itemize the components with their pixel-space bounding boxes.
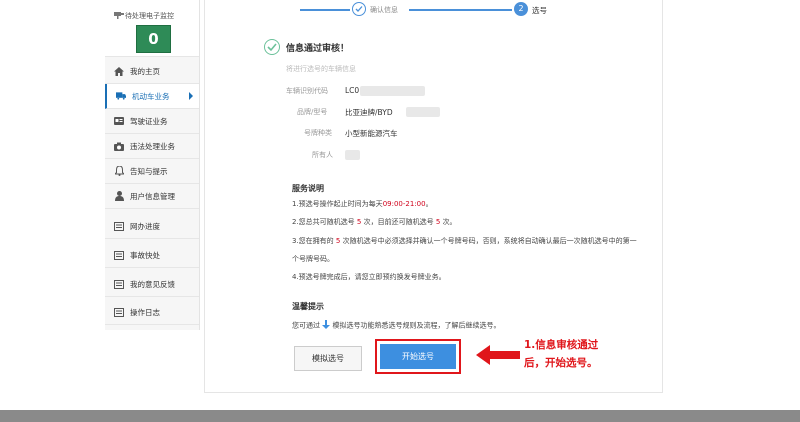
field-value-plate-type: 小型新能源汽车 [345,129,398,138]
field-label-plate-type: 号牌种类 [304,129,332,137]
service-count: 5 [335,237,341,245]
tips-text-post: 模拟选号功能熟悉选号规则及流程，了解后继续选号。 [332,321,501,330]
field-value-brand: 比亚迪牌/BYD [345,108,393,117]
redacted-vin [360,86,425,96]
sidebar: 待处理电子监控 0 我的主页 机动车业务 驾驶证业务 违法处理业务 告知与提示 [105,0,200,330]
monitor-panel: 待处理电子监控 0 [105,0,199,57]
arrow-left-icon [476,344,520,368]
step-line-middle [409,9,512,11]
camera-icon [114,10,124,21]
field-value-vin: LC0 [345,86,360,95]
service-line-2-b: 次，目前还可随机选号 [363,218,434,226]
sidebar-item-progress[interactable]: 网办进度 [105,214,199,239]
service-line-3: 3.您在拥有的 5 次随机选号中必须选择并确认一个号牌号码，否则，系统将自动确认… [292,236,637,246]
sidebar-item-home[interactable]: 我的主页 [105,59,199,84]
sidebar-item-accident[interactable]: 事故快处 [105,243,199,268]
monitor-count-badge[interactable]: 0 [136,25,171,53]
success-check-icon [264,39,280,55]
arrow-down-icon [322,320,331,331]
truck-icon [116,91,126,101]
field-label-owner: 所有人 [312,151,333,159]
annotation-line-1: 1.信息审核通过 [524,339,599,351]
redacted-owner [345,150,360,160]
service-line-2: 2.您总共可随机选号 5 次，目前还可随机选号 5 次。 [292,217,457,227]
field-label-brand: 品牌/型号 [297,108,328,116]
service-title: 服务说明 [292,184,324,193]
sidebar-item-violation[interactable]: 违法处理业务 [105,134,199,159]
service-line-3-continued: 个号牌号码。 [292,255,334,263]
chevron-right-icon [189,92,193,100]
sidebar-item-label: 用户信息管理 [130,191,175,201]
sidebar-item-label: 驾驶证业务 [130,116,168,126]
field-label-vin: 车辆识别代码 [286,87,328,95]
sidebar-item-label: 事故快处 [130,250,160,260]
annotation-text: 1.信息审核通过 后，开始选号。 [524,336,598,372]
sidebar-item-label: 我的意见反馈 [130,279,175,289]
service-time: 09:00-21:00 [382,200,426,208]
tips-text: 您可通过 模拟选号功能熟悉选号规则及流程，了解后继续选号。 [292,320,500,331]
tips-title: 温馨提示 [292,302,324,311]
document-icon [114,250,124,260]
step1-check-icon [352,2,366,16]
sidebar-item-label: 我的主页 [130,66,160,76]
review-title: 信息通过审核！ [286,44,350,54]
service-line-1: 1.预选号操作起止时间为每天09:00-21:00。 [292,199,433,209]
document-icon [114,307,124,317]
main-panel [204,0,663,393]
card-icon [114,116,124,126]
step2-number: 2 [514,2,528,16]
camera-icon [114,141,124,151]
service-line-1-end: 。 [425,200,433,208]
sidebar-item-log[interactable]: 操作日志 [105,300,199,325]
tips-text-pre: 您可通过 [292,321,320,330]
sidebar-item-label: 机动车业务 [132,91,170,101]
home-icon [114,66,124,76]
sidebar-item-label: 违法处理业务 [130,141,175,151]
annotation-line-2: 后，开始选号。 [524,357,598,369]
redacted-brand [406,107,440,117]
service-line-2-c: 次。 [442,218,457,226]
service-line-1-text: 1.预选号操作起止时间为每天 [292,200,383,208]
step2-label: 选号 [532,6,547,15]
service-line-3-b: 次随机选号中必须选择并确认一个号牌号码，否则，系统将自动确认最后一次随机选号中的… [342,237,637,245]
sidebar-item-label: 操作日志 [130,307,160,317]
service-line-4: 4.预选号牌完成后，请您立即预约换发号牌业务。 [292,273,446,281]
bell-icon [114,166,124,176]
sidebar-item-feedback[interactable]: 我的意见反馈 [105,272,199,297]
user-icon [114,191,124,201]
sidebar-item-label: 网办进度 [130,221,160,231]
bottom-bar [0,410,800,422]
simulate-button[interactable]: 模拟选号 [294,346,362,371]
sidebar-item-notice[interactable]: 告知与提示 [105,159,199,184]
sidebar-item-vehicle[interactable]: 机动车业务 [105,84,199,109]
service-count-total: 5 [356,218,362,226]
sidebar-item-license[interactable]: 驾驶证业务 [105,109,199,134]
review-subtitle: 将进行选号的车辆信息 [286,65,356,73]
document-icon [114,279,124,289]
document-icon [114,221,124,231]
sidebar-item-user[interactable]: 用户信息管理 [105,184,199,209]
service-line-2-a: 2.您总共可随机选号 [292,218,355,226]
sidebar-item-label: 告知与提示 [130,166,168,176]
service-count-remaining: 5 [435,218,441,226]
service-line-3-a: 3.您在拥有的 [292,237,334,245]
step1-label: 确认信息 [370,6,398,14]
monitor-label: 待处理电子监控 [125,12,174,20]
start-button[interactable]: 开始选号 [380,344,456,369]
step-line-left [300,9,350,11]
